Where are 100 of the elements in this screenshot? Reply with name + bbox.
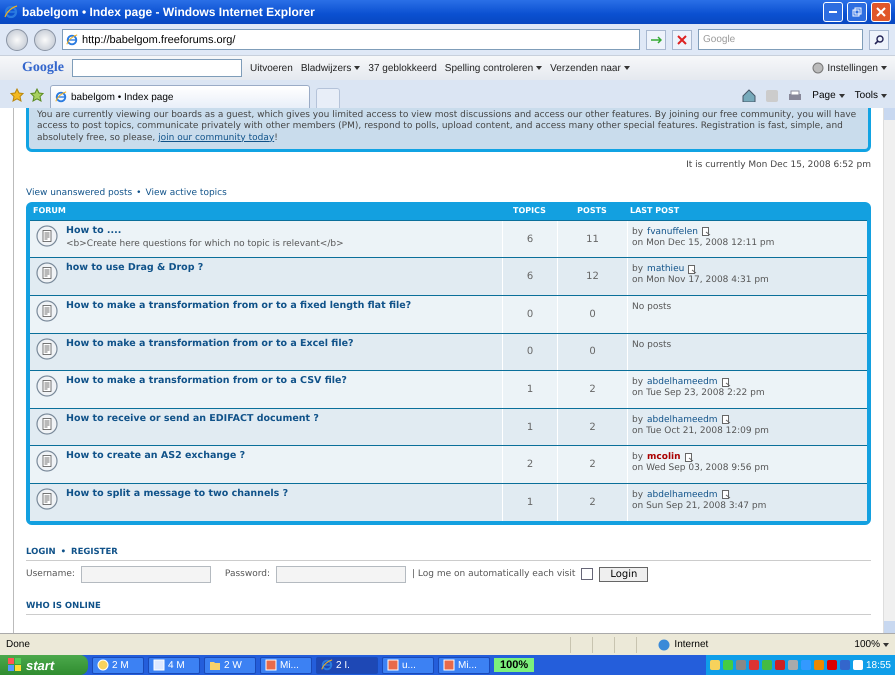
author-link[interactable]: mcolin (647, 452, 681, 462)
view-post-icon[interactable] (702, 227, 711, 236)
view-post-icon[interactable] (722, 378, 731, 387)
clock-icon (97, 659, 109, 671)
tray-icon[interactable] (748, 660, 759, 670)
close-button[interactable] (871, 2, 891, 22)
forum-read-icon (36, 375, 58, 398)
section-heading: WHO IS ONLINE (26, 600, 101, 610)
forum-read-icon (36, 412, 58, 435)
quick-link[interactable]: View unanswered posts (26, 188, 132, 198)
browser-tab[interactable]: babelgom • Index page (50, 85, 310, 108)
view-post-icon[interactable] (688, 264, 698, 274)
last-post-date: on Mon Dec 15, 2008 12:11 pm (632, 238, 776, 248)
taskbar-button[interactable]: 2 M (92, 656, 144, 674)
toolbar-button[interactable]: 37 geblokkeerd (368, 62, 437, 74)
login-button[interactable]: Login (599, 566, 648, 582)
autologin-checkbox[interactable] (581, 568, 594, 580)
settings-button[interactable]: Instellingen (812, 62, 887, 74)
forum-title-link[interactable]: How to make a transformation from or to a Excel file? (66, 338, 354, 349)
restore-button[interactable] (847, 2, 867, 22)
close-icon (876, 7, 886, 17)
toolbar-button[interactable]: Spelling controleren (444, 62, 542, 74)
battery-level: 100% (494, 658, 534, 672)
taskbar-button[interactable]: Mi... (260, 656, 312, 674)
forum-title-link[interactable]: How to .... (66, 224, 344, 236)
start-button[interactable]: start (0, 655, 88, 675)
address-field[interactable]: http://babelgom.freeforums.org/ (62, 29, 640, 50)
settings-icon (812, 62, 824, 74)
taskbar-button[interactable]: 2 W (204, 656, 256, 674)
back-button[interactable] (6, 28, 28, 50)
current-time-text: It is currently Mon Dec 15, 2008 6:52 pm (686, 160, 871, 170)
tray-icon[interactable] (722, 660, 733, 670)
taskbar-button[interactable]: u... (382, 656, 434, 674)
tray-icon[interactable] (774, 660, 785, 670)
username-field[interactable] (80, 566, 211, 582)
new-tab-button[interactable] (316, 88, 340, 108)
forum-title-link[interactable]: How to create an AS2 exchange ? (66, 450, 246, 462)
by-label: by (632, 414, 644, 425)
taskbar-button[interactable]: 4 M (148, 656, 200, 674)
section-link[interactable]: LOGIN (26, 546, 56, 556)
separator-dot: • (136, 188, 142, 198)
clock-text: 18:55 (866, 660, 891, 670)
view-post-icon[interactable] (722, 415, 731, 424)
zoom-button[interactable]: 100% (854, 639, 889, 650)
stop-button[interactable] (672, 30, 692, 50)
restore-icon (852, 7, 862, 17)
caret-icon (883, 642, 889, 646)
google-logo: Google (22, 60, 64, 76)
forum-title-link[interactable]: How to split a message to two channels ? (66, 488, 288, 499)
author-link[interactable]: abdelhameedm (647, 414, 718, 425)
favorites-star-icon[interactable] (10, 88, 24, 102)
forum-read-icon (36, 262, 58, 284)
quick-link[interactable]: View active topics (145, 188, 227, 198)
print-icon[interactable] (788, 90, 802, 102)
toolbar-button[interactable]: Verzenden naar (550, 62, 630, 74)
globe-icon (658, 638, 670, 650)
google-search-field[interactable] (72, 59, 242, 77)
author-link[interactable]: abdelhameedm (647, 490, 718, 500)
forum-title-link[interactable]: how to use Drag & Drop ? (66, 262, 204, 274)
command-button[interactable]: Page (812, 90, 845, 101)
command-button[interactable]: Tools (854, 90, 887, 101)
author-link[interactable]: fvanuffelen (647, 226, 698, 237)
forum-title-link[interactable]: How to make a transformation from or to a CSV file? (66, 375, 347, 386)
forum-title-link[interactable]: How to receive or send an EDIFACT document ? (66, 412, 319, 424)
minimize-button[interactable] (823, 2, 843, 22)
password-field[interactable] (276, 566, 406, 582)
join-link[interactable]: join our community today (158, 132, 274, 142)
toolbar-button[interactable]: Uitvoeren (250, 62, 293, 74)
search-button[interactable] (869, 30, 889, 50)
caret-icon (536, 66, 542, 70)
author-link[interactable]: mathieu (647, 264, 684, 274)
arrow-icon (650, 34, 662, 44)
tray-icon[interactable] (852, 660, 863, 670)
column-header: FORUM (32, 206, 67, 216)
forum-read-icon (36, 300, 58, 322)
separator-dot: • (60, 546, 66, 556)
window-icon (265, 659, 277, 671)
stop-icon (677, 34, 687, 44)
refresh-button[interactable] (646, 30, 666, 50)
author-link[interactable]: abdelhameedm (647, 377, 718, 388)
toolbar-button[interactable]: Bladwijzers (300, 62, 360, 74)
view-post-icon[interactable] (684, 452, 694, 462)
tray-icon[interactable] (826, 660, 837, 670)
forward-button[interactable] (34, 28, 56, 50)
window-title: babelgom • Index page - Windows Internet Explorer (22, 5, 316, 19)
taskbar-button[interactable]: Mi... (438, 656, 490, 674)
view-post-icon[interactable] (722, 490, 731, 500)
add-favorite-icon[interactable] (30, 88, 44, 102)
tray-icon[interactable] (710, 660, 720, 670)
no-posts-text: No posts (632, 302, 672, 312)
tray-icon[interactable] (840, 660, 850, 670)
taskbar-button[interactable]: 2 I. (316, 656, 378, 674)
home-icon[interactable] (742, 89, 756, 102)
forum-title-link[interactable]: How to make a transformation from or to a fixed length flat file? (66, 300, 412, 311)
caret-icon (838, 94, 845, 98)
by-label: by (632, 490, 644, 500)
section-link[interactable]: REGISTER (71, 546, 118, 556)
forum-read-icon (36, 488, 58, 510)
forum-read-icon (36, 338, 58, 360)
column-header: LAST POST (629, 206, 680, 216)
